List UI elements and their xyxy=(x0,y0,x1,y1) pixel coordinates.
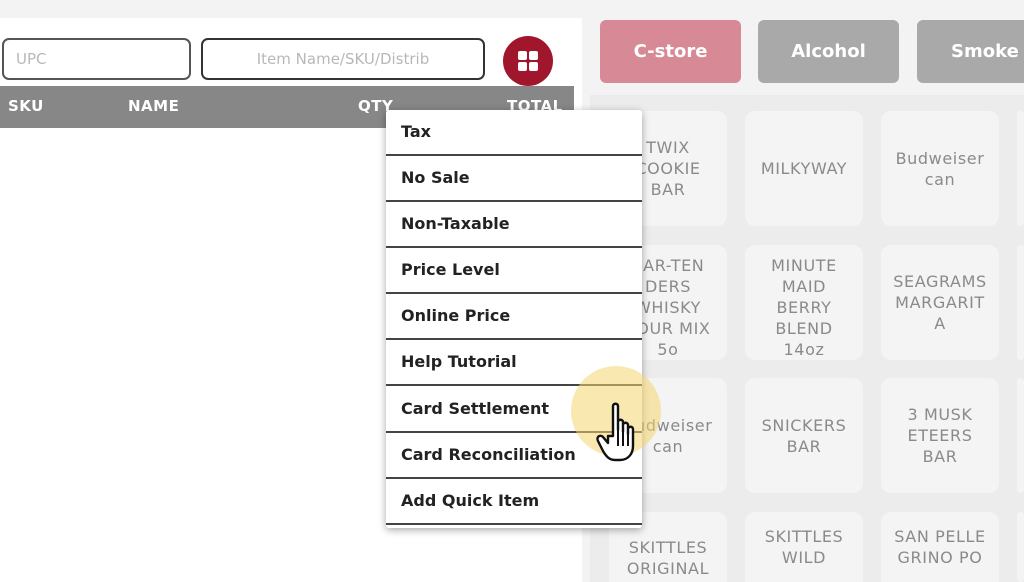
product-label: 3 MUSK ETEERS BAR xyxy=(907,405,973,466)
product-label: MINUTE MAID BERRY BLEND 14oz xyxy=(771,256,837,359)
menu-item-add-quick-item[interactable]: Add Quick Item xyxy=(386,479,642,525)
product-label: SKITTLES ORIGINAL xyxy=(626,538,710,578)
product-tile[interactable] xyxy=(1017,378,1024,493)
product-label: SNICKERS BAR xyxy=(761,415,847,456)
product-label: TWIX COOKIE BAR xyxy=(635,138,701,199)
product-label: SEAGRAMS MARGARIT A xyxy=(893,272,987,333)
category-smoke-button[interactable]: Smoke xyxy=(917,20,1024,83)
menu-item-price-level[interactable]: Price Level xyxy=(386,248,642,294)
category-alcohol-button[interactable]: Alcohol xyxy=(758,20,899,83)
options-dropdown-menu: Tax No Sale Non-Taxable Price Level Onli… xyxy=(386,110,642,528)
product-tile[interactable] xyxy=(1017,245,1024,360)
product-tile[interactable]: 3 MUSK ETEERS BAR xyxy=(881,378,999,493)
product-tile[interactable]: SEAGRAMS MARGARIT A xyxy=(881,245,999,360)
product-tile[interactable]: SAN PELLE GRINO PO xyxy=(881,512,999,582)
product-label: MILKYWAY xyxy=(760,159,848,178)
product-label: SAN PELLE GRINO PO xyxy=(894,527,986,567)
column-name: NAME xyxy=(128,97,180,115)
product-tile[interactable]: MILKYWAY xyxy=(745,111,863,226)
product-tile[interactable]: Budweiser can xyxy=(881,111,999,226)
grid-icon xyxy=(518,51,538,71)
product-label: Budweiser can xyxy=(895,148,985,189)
product-label: SKITTLES WILD xyxy=(764,527,844,567)
category-cstore-button[interactable]: C-store xyxy=(600,20,741,83)
menu-item-no-sale[interactable]: No Sale xyxy=(386,156,642,202)
upc-search-input[interactable] xyxy=(2,38,191,80)
menu-item-online-price[interactable]: Online Price xyxy=(386,294,642,340)
product-tile[interactable]: MINUTE MAID BERRY BLEND 14oz xyxy=(745,245,863,360)
menu-item-tax[interactable]: Tax xyxy=(386,110,642,156)
grid-menu-button[interactable] xyxy=(503,36,553,86)
product-tile[interactable]: SNICKERS BAR xyxy=(745,378,863,493)
product-tile[interactable] xyxy=(1017,111,1024,226)
column-sku: SKU xyxy=(8,97,44,115)
item-search-input[interactable] xyxy=(201,38,485,80)
product-tile[interactable]: SKITTLES WILD xyxy=(745,512,863,582)
product-tile[interactable] xyxy=(1017,512,1024,582)
hand-pointer-icon xyxy=(596,402,635,462)
menu-item-non-taxable[interactable]: Non-Taxable xyxy=(386,202,642,248)
